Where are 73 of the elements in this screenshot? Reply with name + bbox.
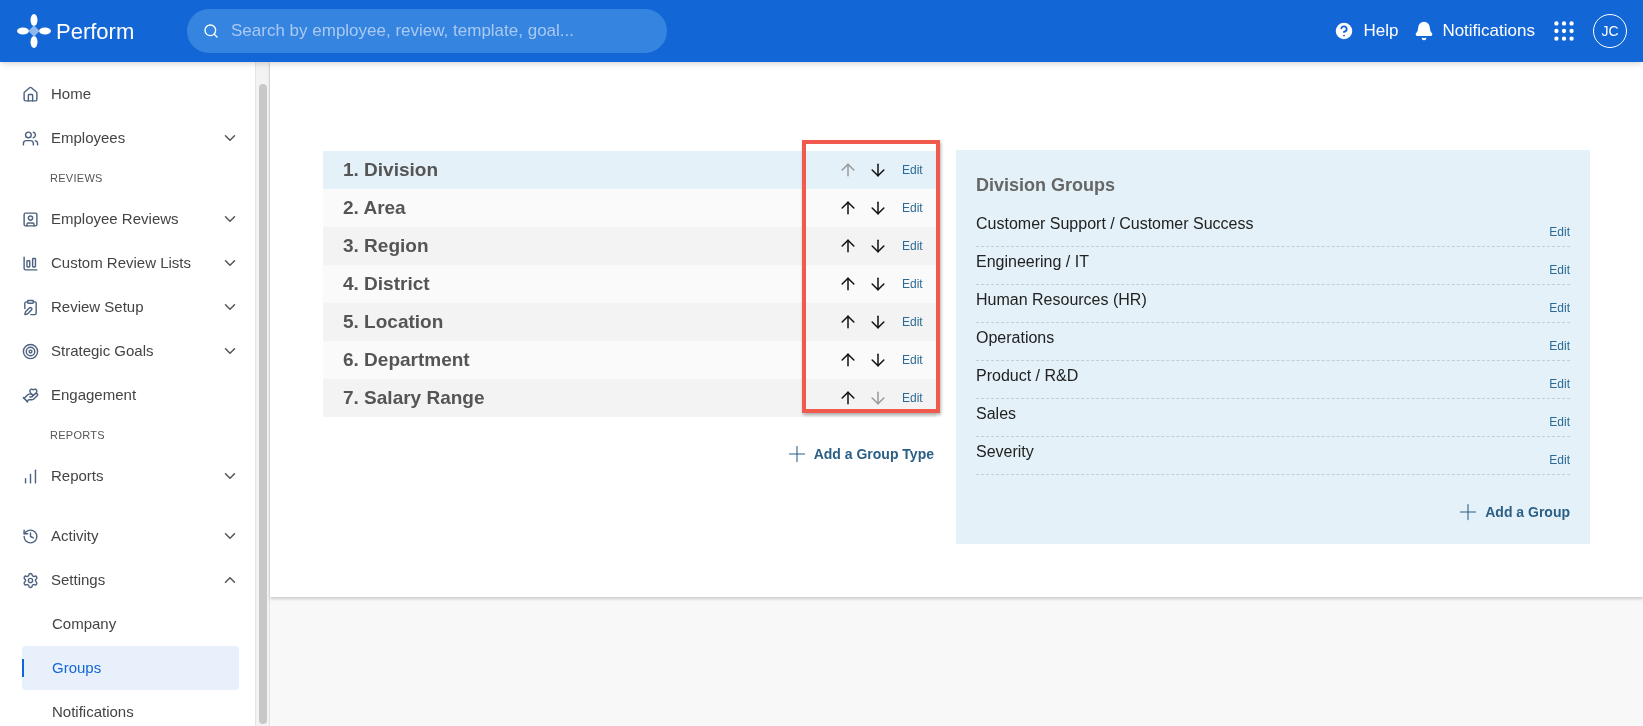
apps-grid-icon[interactable] xyxy=(1551,18,1577,44)
sidebar-item[interactable]: Strategic Goals xyxy=(22,329,239,373)
sidebar-subitem[interactable]: Notifications xyxy=(22,690,239,726)
group-type-name: 5. Location xyxy=(343,309,445,334)
search-icon xyxy=(203,23,219,39)
app-name: Perform xyxy=(56,17,135,46)
add-group-type-button[interactable]: Add a Group Type xyxy=(783,441,934,467)
edit-link[interactable]: Edit xyxy=(1549,437,1570,469)
sidebar-item[interactable]: Activity xyxy=(22,514,239,558)
sidebar-item-icon xyxy=(22,210,39,228)
section-heading: REVIEWS xyxy=(50,171,103,187)
sidebar-item-icon xyxy=(22,571,39,589)
group-type-row[interactable]: 2. Area Edit xyxy=(323,189,936,227)
logo-icon xyxy=(16,13,52,49)
group-type-row[interactable]: 7. Salary Range Edit xyxy=(323,379,936,417)
group-name: Severity xyxy=(976,442,1034,462)
edit-link[interactable]: Edit xyxy=(902,351,923,369)
help-button[interactable]: Help xyxy=(1333,18,1399,44)
sidebar-item-icon xyxy=(22,342,39,360)
edit-link[interactable]: Edit xyxy=(902,237,923,255)
edit-link[interactable]: Edit xyxy=(1549,209,1570,241)
sidebar-subitem[interactable]: Company xyxy=(22,602,239,646)
sidebar-item-icon xyxy=(22,386,39,404)
panel-title: Division Groups xyxy=(976,174,1117,197)
help-icon xyxy=(1333,20,1356,42)
edit-link[interactable]: Edit xyxy=(902,313,923,331)
sidebar-item[interactable]: Settings xyxy=(22,558,239,602)
sidebar-item-icon xyxy=(22,254,39,272)
group-type-row[interactable]: 3. Region Edit xyxy=(323,227,936,265)
sidebar-item[interactable]: Reports xyxy=(22,454,239,498)
group-name: Operations xyxy=(976,328,1055,348)
group-type-row[interactable]: 5. Location Edit xyxy=(323,303,936,341)
sidebar-item-icon xyxy=(22,129,39,147)
group-type-name: 6. Department xyxy=(343,347,471,372)
group-type-name: 7. Salary Range xyxy=(343,385,486,410)
edit-link[interactable]: Edit xyxy=(902,199,923,217)
sidebar-subitem[interactable]: Groups xyxy=(22,646,239,690)
group-type-name: 4. District xyxy=(343,271,431,296)
sidebar-item-icon xyxy=(22,527,39,545)
sidebar-item[interactable]: Employees xyxy=(22,116,239,160)
group-name: Sales xyxy=(976,404,1017,424)
group-name: Customer Support / Customer Success xyxy=(976,214,1254,234)
group-type-row[interactable]: 1. Division Edit xyxy=(323,151,936,189)
sidebar-item-icon xyxy=(22,85,39,103)
group-type-name: 3. Region xyxy=(343,233,430,258)
sidebar-item[interactable]: Home xyxy=(22,72,239,116)
sidebar-item[interactable]: Employee Reviews xyxy=(22,197,239,241)
bell-icon xyxy=(1414,21,1435,41)
section-heading: REPORTS xyxy=(50,428,105,444)
group-name: Product / R&D xyxy=(976,366,1079,386)
group-name: Human Resources (HR) xyxy=(976,290,1147,310)
group-type-row[interactable]: 4. District Edit xyxy=(323,265,936,303)
add-group-button[interactable]: Add a Group xyxy=(1455,499,1570,525)
edit-link[interactable]: Edit xyxy=(902,389,923,407)
edit-link[interactable]: Edit xyxy=(1549,285,1570,317)
edit-link[interactable]: Edit xyxy=(1549,361,1570,393)
sidebar-item-icon xyxy=(22,298,39,316)
group-type-name: 2. Area xyxy=(343,195,407,220)
edit-link[interactable]: Edit xyxy=(1549,323,1570,355)
sidebar-item[interactable]: Engagement xyxy=(22,373,239,417)
edit-link[interactable]: Edit xyxy=(902,161,923,179)
notifications-button[interactable]: Notifications xyxy=(1414,18,1535,44)
sidebar-item[interactable]: Custom Review Lists xyxy=(22,241,239,285)
group-type-name: 1. Division xyxy=(343,157,440,182)
sidebar-item-icon xyxy=(22,467,39,485)
group-name: Engineering / IT xyxy=(976,252,1089,272)
search-field[interactable]: Search by employee, review, template, goal... xyxy=(187,9,667,53)
edit-link[interactable]: Edit xyxy=(902,275,923,293)
edit-link[interactable]: Edit xyxy=(1549,399,1570,431)
scrollbar-thumb[interactable] xyxy=(258,84,267,724)
sidebar-item[interactable]: Review Setup xyxy=(22,285,239,329)
edit-link[interactable]: Edit xyxy=(1549,247,1570,279)
group-type-row[interactable]: 6. Department Edit xyxy=(323,341,936,379)
